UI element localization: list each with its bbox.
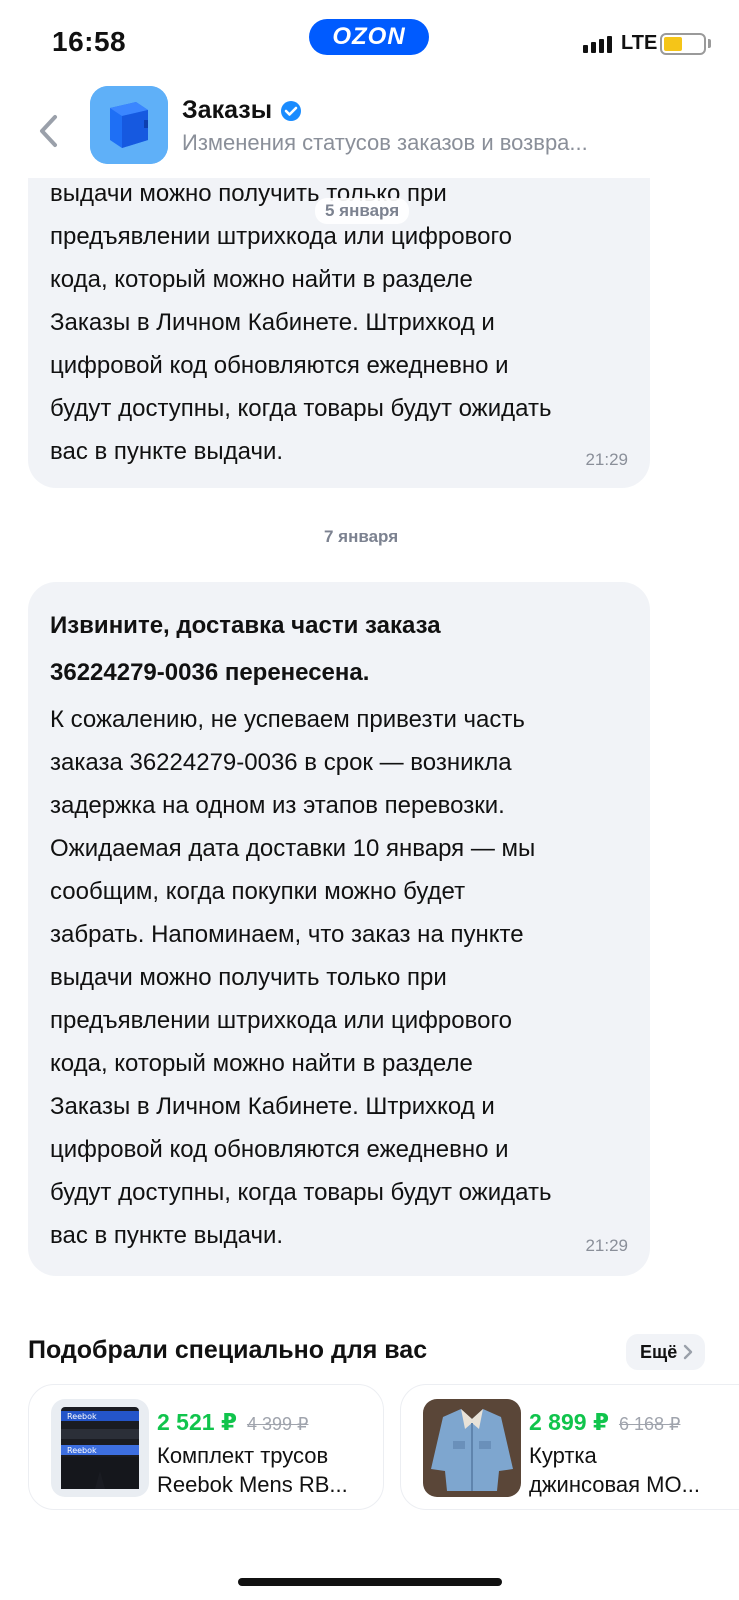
product-price: 2 899 ₽: [529, 1409, 609, 1435]
price-row: 2 899 ₽ 6 168 ₽: [529, 1409, 680, 1436]
product-old-price: 4 399 ₽: [246, 1414, 309, 1434]
battery-tip: [708, 39, 711, 48]
price-row: 2 521 ₽ 4 399 ₽: [157, 1409, 308, 1436]
blue-cube-icon: [90, 86, 168, 164]
message-line: Ожидаемая дата доставки 10 января — мы: [50, 835, 536, 862]
message-line: будут доступны, когда товары будут ожида…: [50, 395, 552, 422]
product-card[interactable]: Reebok Reebok 2 521 ₽ 4 399 ₽ Комплект т…: [28, 1384, 384, 1510]
message-time: 21:29: [585, 450, 628, 469]
message-title-line: Извините, доставка части заказа: [50, 612, 441, 639]
message-line: сообщим, когда покупки можно будет: [50, 878, 466, 905]
recommendations-title: Подобрали специально для вас: [28, 1336, 428, 1364]
message-line: задержка на одном из этапов перевозки.: [50, 792, 505, 819]
message-line: цифровой код обновляются ежедневно и: [50, 1136, 509, 1163]
chat-header: Заказы Изменения статусов заказов и возв…: [0, 86, 739, 178]
message-bubble[interactable]: Извините, доставка части заказа 36224279…: [28, 582, 650, 1276]
battery-icon: [660, 33, 706, 55]
chevron-left-icon: [40, 115, 57, 147]
product-name-line: Reebok Mens RB...: [157, 1472, 348, 1497]
channel-avatar[interactable]: [90, 86, 168, 164]
product-name-line: джинсовая МО...: [529, 1472, 700, 1497]
product-price: 2 521 ₽: [157, 1409, 237, 1435]
product-image: [423, 1399, 521, 1497]
chevron-right-icon: [684, 1344, 693, 1360]
message-line: забрать. Напоминаем, что заказ на пункте: [50, 921, 524, 948]
product-image: Reebok Reebok: [51, 1399, 149, 1497]
ozon-app-badge[interactable]: OZON: [309, 19, 429, 55]
status-time: 16:58: [52, 26, 127, 57]
svg-text:Reebok: Reebok: [67, 1446, 97, 1455]
message-line: К сожалению, не успеваем привезти часть: [50, 706, 525, 733]
svg-text:Reebok: Reebok: [67, 1412, 97, 1421]
message-line: Заказы в Личном Кабинете. Штрихкод и: [50, 1093, 495, 1120]
message-line: будут доступны, когда товары будут ожида…: [50, 1179, 552, 1206]
message-line: заказа 36224279-0036 в срок — возникла: [50, 749, 512, 776]
date-separator: 5 января: [315, 198, 410, 224]
message-line: кода, который можно найти в разделе: [50, 1050, 473, 1077]
denim-jacket-image: [423, 1399, 521, 1497]
home-indicator[interactable]: [238, 1578, 502, 1586]
message-line: цифровой код обновляются ежедневно и: [50, 352, 509, 379]
message-line: Заказы в Личном Кабинете. Штрихкод и: [50, 309, 495, 336]
message-line: выдачи можно получить только при: [50, 964, 447, 991]
message-time: 21:29: [585, 1236, 628, 1255]
product-name-line: Куртка: [529, 1443, 597, 1468]
product-name: Комплект трусов Reebok Mens RB...: [157, 1441, 367, 1499]
product-name: Куртка джинсовая МО...: [529, 1441, 739, 1499]
message-line: вас в пункте выдачи.: [50, 438, 284, 465]
back-button[interactable]: [28, 106, 68, 156]
channel-title-row[interactable]: Заказы: [182, 96, 302, 125]
boxer-briefs-image: Reebok Reebok: [51, 1399, 149, 1497]
message-line: вас в пункте выдачи.: [50, 1222, 284, 1249]
product-card[interactable]: 2 899 ₽ 6 168 ₽ Куртка джинсовая МО...: [400, 1384, 739, 1510]
verified-check-icon: [281, 100, 302, 121]
message-line: предъявлении штрихкода или цифрового: [50, 1007, 513, 1034]
message-title-line: 36224279-0036 перенесена.: [50, 659, 370, 686]
status-bar: 16:58 OZON LTE: [0, 0, 739, 86]
channel-title: Заказы: [182, 96, 273, 124]
product-name-line: Комплект трусов: [157, 1443, 329, 1468]
product-old-price: 6 168 ₽: [618, 1414, 681, 1434]
date-separator: 7 января: [314, 524, 409, 550]
signal-strength-icon: [583, 36, 612, 53]
network-type: LTE: [621, 32, 658, 54]
more-button-label: Ещё: [640, 1341, 678, 1362]
more-button[interactable]: Ещё: [626, 1334, 706, 1370]
message-line: кода, который можно найти в разделе: [50, 266, 473, 293]
channel-subtitle: Изменения статусов заказов и возвра...: [182, 130, 588, 155]
